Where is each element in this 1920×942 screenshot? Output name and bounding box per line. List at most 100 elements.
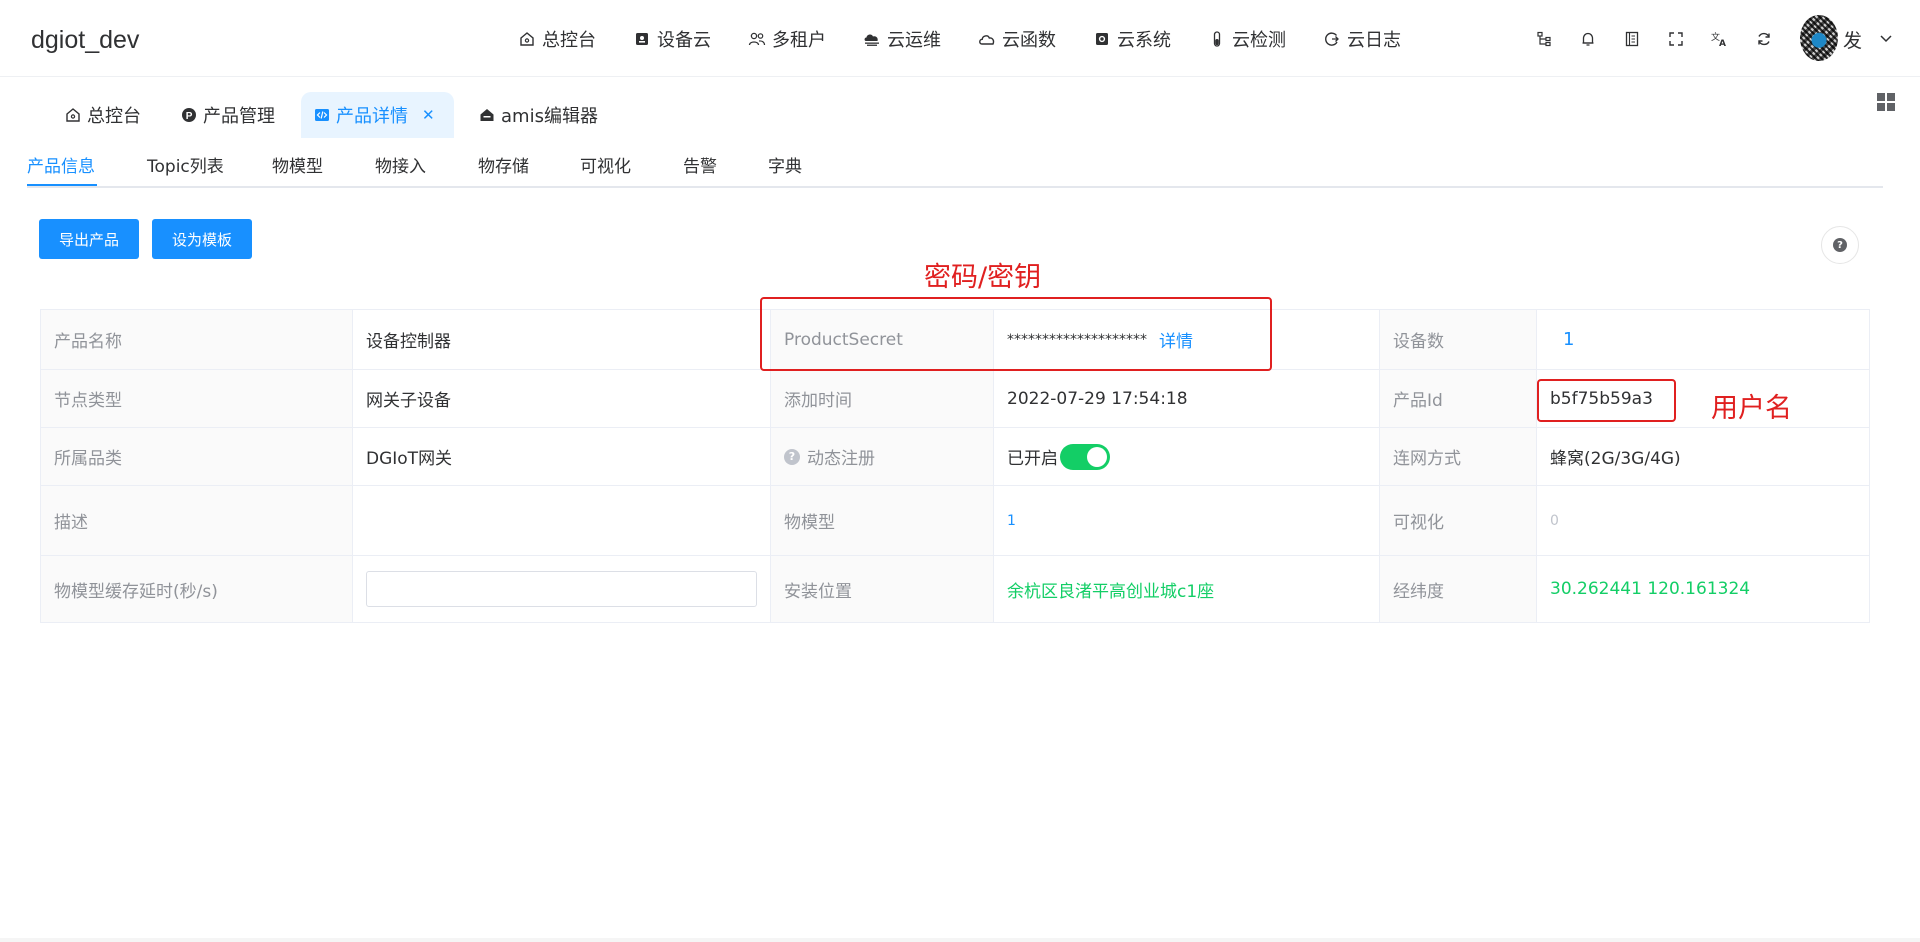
grid-menu-icon[interactable] <box>1877 93 1895 111</box>
location-label: 安装位置 <box>771 556 994 622</box>
book-icon[interactable] <box>1621 28 1643 50</box>
annotation-username-box <box>1537 379 1676 422</box>
network-label: 连网方式 <box>1380 428 1537 485</box>
dynamic-register-label-cell: ? 动态注册 <box>771 428 994 485</box>
close-icon[interactable]: ✕ <box>422 106 435 124</box>
nav-item-cloud-ops[interactable]: 云运维 <box>863 26 941 52</box>
tree-icon[interactable] <box>1533 28 1555 50</box>
add-time-value: 2022-07-29 17:54:18 <box>994 370 1380 427</box>
nav-item-cloud-system[interactable]: 云系统 <box>1093 26 1171 52</box>
content-tabs: 产品信息 Topic列表 物模型 物接入 物存储 可视化 告警 字典 <box>27 148 1883 188</box>
cache-delay-input[interactable] <box>366 571 757 607</box>
dynamic-register-toggle[interactable] <box>1060 443 1110 470</box>
dynamic-register-status: 已开启 <box>1007 449 1058 469</box>
cache-delay-cell <box>353 556 771 622</box>
product-id-label: 产品Id <box>1380 370 1537 427</box>
category-label: 所属品类 <box>41 428 353 485</box>
table-row: 所属品类 DGIoT网关 ? 动态注册 已开启 连网方式 蜂窝(2G/3G/4G… <box>41 428 1869 486</box>
nav-label: 云函数 <box>1002 30 1056 51</box>
tab-label: amis编辑器 <box>501 106 598 127</box>
tab-bar: 总控台 P 产品管理 产品详情 ✕ amis编辑器 <box>0 78 1920 138</box>
tab-thing-model[interactable]: 物模型 <box>272 152 323 177</box>
cloud-function-icon <box>978 30 996 48</box>
chevron-down-icon[interactable] <box>1878 30 1894 46</box>
tab-product-info[interactable]: 产品信息 <box>27 152 95 177</box>
device-count-cell: 1 <box>1537 310 1869 369</box>
home-icon <box>64 106 82 124</box>
svg-text:A: A <box>1719 39 1726 47</box>
tab-label: 总控台 <box>87 106 141 127</box>
nav-label: 云系统 <box>1117 30 1171 51</box>
translate-icon[interactable]: 文A <box>1709 28 1731 50</box>
nav-item-device-cloud[interactable]: 设备云 <box>633 26 711 52</box>
thing-model-label: 物模型 <box>771 486 994 555</box>
nav-item-cloud-function[interactable]: 云函数 <box>978 26 1056 52</box>
home-icon <box>518 30 536 48</box>
add-time-label: 添加时间 <box>771 370 994 427</box>
set-template-button[interactable]: 设为模板 <box>152 219 252 259</box>
tab-visualization[interactable]: 可视化 <box>580 152 631 177</box>
visualization-value: 0 <box>1550 512 1559 529</box>
product-name-value: 设备控制器 <box>353 310 771 369</box>
header-tools: 文A <box>1533 22 1797 56</box>
device-count-value[interactable]: 1 <box>1563 329 1574 350</box>
annotation-secret-label: 密码/密钥 <box>924 262 1042 293</box>
device-count-label: 设备数 <box>1380 310 1537 369</box>
tab-thing-storage[interactable]: 物存储 <box>478 152 529 177</box>
tab-alarm[interactable]: 告警 <box>683 152 717 177</box>
top-header: dgiot_dev 总控台 设备云 多租户 云运维 云函数 云系统 云检测 云日… <box>0 0 1920 77</box>
nav-item-cloud-test[interactable]: 云检测 <box>1208 26 1286 52</box>
annotation-secret-box <box>760 297 1272 371</box>
tab-thing-access[interactable]: 物接入 <box>375 152 426 177</box>
table-row: 物模型缓存延时(秒/s) 安装位置 余杭区良渚平高创业城c1座 经纬度 30.2… <box>41 556 1869 622</box>
category-value: DGIoT网关 <box>353 428 771 485</box>
node-type-value: 网关子设备 <box>353 370 771 427</box>
device-icon <box>633 30 651 48</box>
export-product-button[interactable]: 导出产品 <box>39 219 139 259</box>
system-icon <box>1093 30 1111 48</box>
tab-product-management[interactable]: P 产品管理 <box>168 92 287 138</box>
tab-product-detail[interactable]: 产品详情 ✕ <box>301 92 454 138</box>
user-name[interactable]: 发 <box>1843 26 1862 53</box>
nav-label: 总控台 <box>542 30 596 51</box>
lat-lng-value[interactable]: 30.262441 120.161324 <box>1537 556 1869 622</box>
nav-label: 设备云 <box>657 30 711 51</box>
fullscreen-icon[interactable] <box>1665 28 1687 50</box>
avatar[interactable] <box>1800 15 1838 61</box>
dynamic-register-cell: 已开启 <box>994 428 1380 485</box>
nav-label: 云日志 <box>1347 30 1401 51</box>
visualization-cell: 0 <box>1537 486 1869 555</box>
description-label: 描述 <box>41 486 353 555</box>
tab-topic-list[interactable]: Topic列表 <box>147 152 224 177</box>
product-name-label: 产品名称 <box>41 310 353 369</box>
p-circle-icon: P <box>180 106 198 124</box>
question-icon[interactable]: ? <box>784 448 800 465</box>
tab-dashboard[interactable]: 总控台 <box>52 92 153 138</box>
users-icon <box>748 30 766 48</box>
annotation-username-label: 用户名 <box>1711 393 1792 424</box>
node-type-label: 节点类型 <box>41 370 353 427</box>
bell-icon[interactable] <box>1577 28 1599 50</box>
cloud-ops-icon <box>863 30 881 48</box>
top-nav: 总控台 设备云 多租户 云运维 云函数 云系统 云检测 云日志 <box>518 22 1438 56</box>
dynamic-register-label: 动态注册 <box>807 449 875 469</box>
test-tube-icon <box>1208 30 1226 48</box>
app-title[interactable]: dgiot_dev <box>31 26 139 55</box>
lat-lng-label: 经纬度 <box>1380 556 1537 622</box>
tab-label: 产品详情 <box>336 106 408 127</box>
location-value[interactable]: 余杭区良渚平高创业城c1座 <box>994 556 1380 622</box>
help-button[interactable]: ? <box>1821 226 1859 264</box>
nav-item-cloud-log[interactable]: 云日志 <box>1323 26 1401 52</box>
nav-label: 云检测 <box>1232 30 1286 51</box>
thing-model-cell: 1 <box>994 486 1380 555</box>
refresh-icon[interactable] <box>1753 28 1775 50</box>
thing-model-value[interactable]: 1 <box>1007 513 1016 529</box>
nav-item-multi-tenant[interactable]: 多租户 <box>748 26 826 52</box>
tab-amis-editor[interactable]: amis编辑器 <box>466 92 610 138</box>
table-row: 描述 物模型 1 可视化 0 <box>41 486 1869 556</box>
nav-item-dashboard[interactable]: 总控台 <box>518 26 596 52</box>
tab-dictionary[interactable]: 字典 <box>768 152 802 177</box>
network-value: 蜂窝(2G/3G/4G) <box>1537 428 1869 485</box>
cache-delay-label: 物模型缓存延时(秒/s) <box>41 556 353 622</box>
active-tab-indicator <box>27 184 97 186</box>
